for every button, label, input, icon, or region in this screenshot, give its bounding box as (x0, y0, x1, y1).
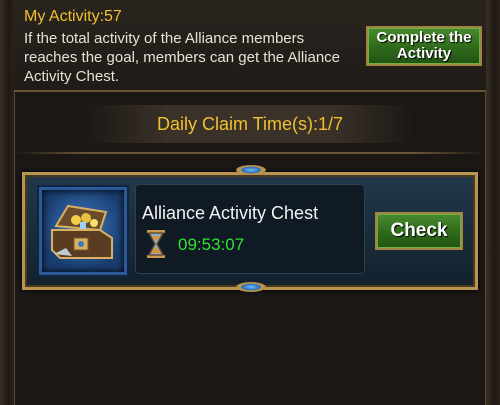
check-button[interactable]: Check (375, 212, 463, 250)
chest-card: Alliance Activity Chest 09:53:07 Check (22, 172, 478, 290)
chest-info: Alliance Activity Chest 09:53:07 (135, 184, 365, 274)
activity-description: If the total activity of the Alliance me… (24, 30, 341, 85)
divider (14, 152, 486, 154)
right-frame (485, 0, 500, 405)
treasure-chest-icon[interactable] (39, 187, 127, 275)
complete-activity-button[interactable]: Complete the Activity (366, 26, 482, 66)
left-frame (0, 0, 15, 405)
daily-claim-label: Daily Claim Time(s):1/7 (84, 105, 416, 143)
chest-name: Alliance Activity Chest (142, 203, 319, 223)
hourglass-icon (144, 229, 168, 264)
activity-panel: My Activity:57 If the total activity of … (14, 0, 486, 92)
card-ornament-bottom (236, 282, 266, 292)
chest-timer: 09:53:07 (178, 235, 245, 254)
activity-title: My Activity:57 (24, 8, 122, 25)
card-ornament-top (236, 165, 266, 175)
